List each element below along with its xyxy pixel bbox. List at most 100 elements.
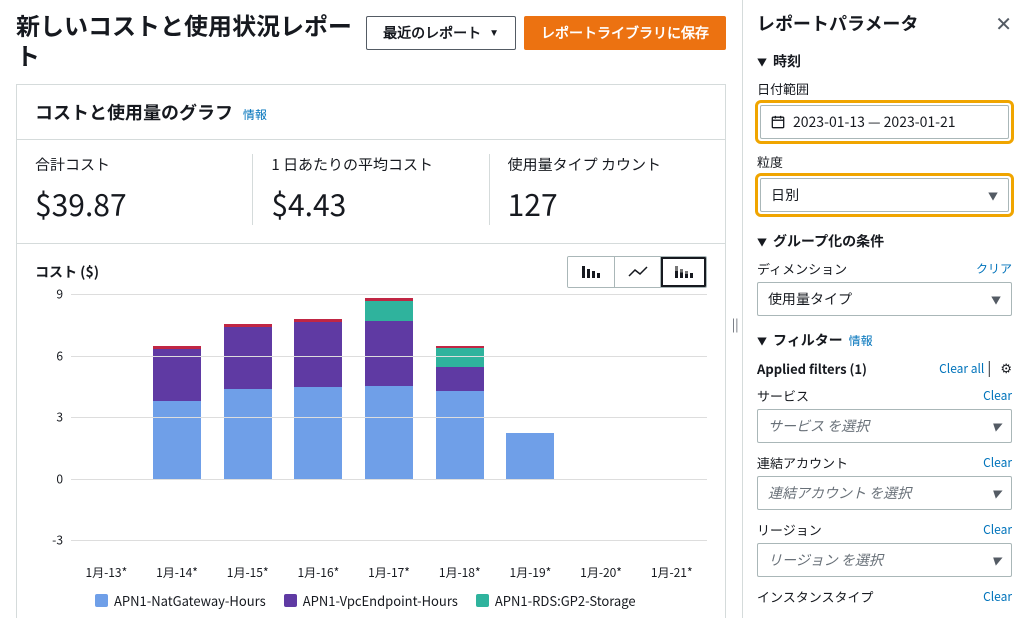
x-tick: 1月-18* [424, 564, 495, 581]
service-clear[interactable]: Clear [983, 387, 1012, 404]
granularity-highlight: 日別 ▼ [755, 173, 1014, 217]
cost-usage-card: コストと使用量のグラフ 情報 合計コスト $39.87 1 日あたりの平均コスト… [16, 84, 726, 618]
service-label: サービス [757, 386, 809, 405]
bar-stack[interactable] [224, 324, 272, 479]
chevron-down-icon: ▼ [991, 486, 1001, 501]
legend-swatch [95, 594, 108, 607]
time-section: ▼ 時刻 日付範囲 2023-01-13 — 2023-01-21 粒度 日別 … [757, 51, 1012, 217]
summary-total-cost: 合計コスト $39.87 [17, 154, 252, 225]
caret-down-icon: ▼ [757, 234, 767, 249]
filter-section-label: フィルター [773, 330, 843, 350]
sidebar-title: レポートパラメータ [757, 10, 918, 36]
instance-type-clear[interactable]: Clear [983, 588, 1012, 605]
header: 新しいコストと使用状況レポート 最近のレポート ▼ レポートライブラリに保存 [16, 10, 726, 70]
annotation-arrow [742, 178, 743, 200]
granularity-label: 粒度 [757, 152, 1012, 171]
dimension-clear[interactable]: クリア [976, 260, 1012, 277]
legend-swatch [284, 594, 297, 607]
x-tick: 1月-16* [283, 564, 354, 581]
recent-reports-label: 最近のレポート [383, 23, 481, 43]
legend-item[interactable]: APN1-RDS:GP2-Storage [476, 591, 636, 610]
chevron-down-icon: ▼ [991, 292, 1001, 307]
clear-all-filters[interactable]: Clear all [939, 360, 984, 377]
region-select[interactable]: リージョン を選択 ▼ [757, 543, 1012, 577]
service-placeholder: サービス を選択 [768, 416, 869, 436]
date-range-value: 2023-01-13 — 2023-01-21 [793, 112, 956, 132]
filter-section-toggle[interactable]: ▼ フィルター 情報 [757, 330, 1012, 350]
dimension-value: 使用量タイプ [768, 289, 852, 309]
bar-stack[interactable] [506, 433, 554, 478]
service-select[interactable]: サービス を選択 ▼ [757, 409, 1012, 443]
chart-type-line-button[interactable] [614, 257, 660, 287]
panel-drag-handle[interactable]: || [732, 316, 738, 333]
group-section-toggle[interactable]: ▼ グループ化の条件 [757, 231, 1012, 251]
linked-account-placeholder: 連結アカウント を選択 [768, 483, 911, 503]
info-link[interactable]: 情報 [243, 106, 267, 123]
summary-usage-type-count-label: 使用量タイプ カウント [508, 154, 707, 175]
y-tick: 9 [56, 286, 63, 303]
stacked-bar-chart-icon [675, 266, 693, 278]
y-tick: 0 [56, 470, 63, 487]
x-tick: 1月-13* [71, 564, 142, 581]
summary-avg-cost-value: $4.43 [271, 181, 470, 225]
granularity-select[interactable]: 日別 ▼ [760, 178, 1009, 212]
time-section-label: 時刻 [773, 51, 801, 71]
summary-row: 合計コスト $39.87 1 日あたりの平均コスト $4.43 使用量タイプ カ… [17, 139, 725, 243]
chevron-down-icon: ▼ [489, 28, 499, 39]
chart-plot-area: 9630-3 [35, 294, 707, 560]
summary-avg-cost: 1 日あたりの平均コスト $4.43 [252, 154, 488, 225]
legend-label: APN1-NatGateway-Hours [114, 591, 266, 610]
linked-account-clear[interactable]: Clear [983, 454, 1012, 471]
page-title: 新しいコストと使用状況レポート [16, 10, 366, 70]
parameters-sidebar: レポートパラメータ ✕ ▼ 時刻 日付範囲 2023-01-13 — 2023-… [742, 0, 1024, 618]
group-section-label: グループ化の条件 [773, 231, 884, 251]
summary-total-cost-value: $39.87 [35, 181, 234, 225]
date-range-input[interactable]: 2023-01-13 — 2023-01-21 [760, 105, 1009, 139]
gear-icon[interactable]: ⚙ [1000, 358, 1012, 377]
time-section-toggle[interactable]: ▼ 時刻 [757, 51, 1012, 71]
region-placeholder: リージョン を選択 [768, 550, 883, 570]
region-label: リージョン [757, 520, 822, 539]
bar-stack[interactable] [436, 346, 484, 478]
filter-section: ▼ フィルター 情報 Applied filters (1) Clear all… [757, 330, 1012, 606]
y-tick: 6 [56, 347, 63, 364]
summary-usage-type-count-value: 127 [508, 181, 707, 225]
group-section: ▼ グループ化の条件 ディメンション クリア 使用量タイプ ▼ [757, 231, 1012, 316]
bar-stack[interactable] [365, 298, 413, 478]
x-tick: 1月-14* [142, 564, 213, 581]
summary-usage-type-count: 使用量タイプ カウント 127 [489, 154, 725, 225]
x-tick: 1月-19* [495, 564, 566, 581]
legend-swatch [476, 594, 489, 607]
recent-reports-button[interactable]: 最近のレポート ▼ [366, 16, 516, 50]
caret-down-icon: ▼ [757, 54, 767, 69]
chevron-down-icon: ▼ [991, 553, 1001, 568]
region-clear[interactable]: Clear [983, 521, 1012, 538]
filter-info-link[interactable]: 情報 [849, 332, 873, 349]
x-tick: 1月-17* [354, 564, 425, 581]
calendar-icon [771, 115, 785, 129]
dimension-select[interactable]: 使用量タイプ ▼ [757, 282, 1012, 316]
granularity-value: 日別 [771, 185, 799, 205]
linked-account-select[interactable]: 連結アカウント を選択 ▼ [757, 476, 1012, 510]
applied-filters-label: Applied filters (1) [757, 359, 867, 378]
bar-stack[interactable] [153, 346, 201, 478]
x-tick: 1月-20* [566, 564, 637, 581]
chevron-down-icon: ▼ [988, 188, 998, 203]
legend-item[interactable]: APN1-VpcEndpoint-Hours [284, 591, 458, 610]
date-range-highlight: 2023-01-13 — 2023-01-21 [755, 100, 1014, 144]
linked-account-label: 連結アカウント [757, 453, 848, 472]
save-to-library-button[interactable]: レポートライブラリに保存 [524, 16, 726, 50]
bar-stack[interactable] [294, 319, 342, 479]
y-tick: 3 [56, 409, 63, 426]
y-tick: -3 [52, 532, 63, 549]
bar-chart-icon [582, 266, 600, 278]
x-tick: 1月-21* [636, 564, 707, 581]
legend-item[interactable]: APN1-NatGateway-Hours [95, 591, 266, 610]
card-title: コストと使用量のグラフ [35, 99, 233, 125]
close-icon[interactable]: ✕ [995, 8, 1012, 37]
summary-avg-cost-label: 1 日あたりの平均コスト [271, 154, 470, 175]
annotation-arrow [742, 110, 743, 132]
chart-type-bar-button[interactable] [568, 257, 614, 287]
chart-type-stacked-button[interactable] [660, 257, 706, 287]
chevron-down-icon: ▼ [991, 419, 1001, 434]
